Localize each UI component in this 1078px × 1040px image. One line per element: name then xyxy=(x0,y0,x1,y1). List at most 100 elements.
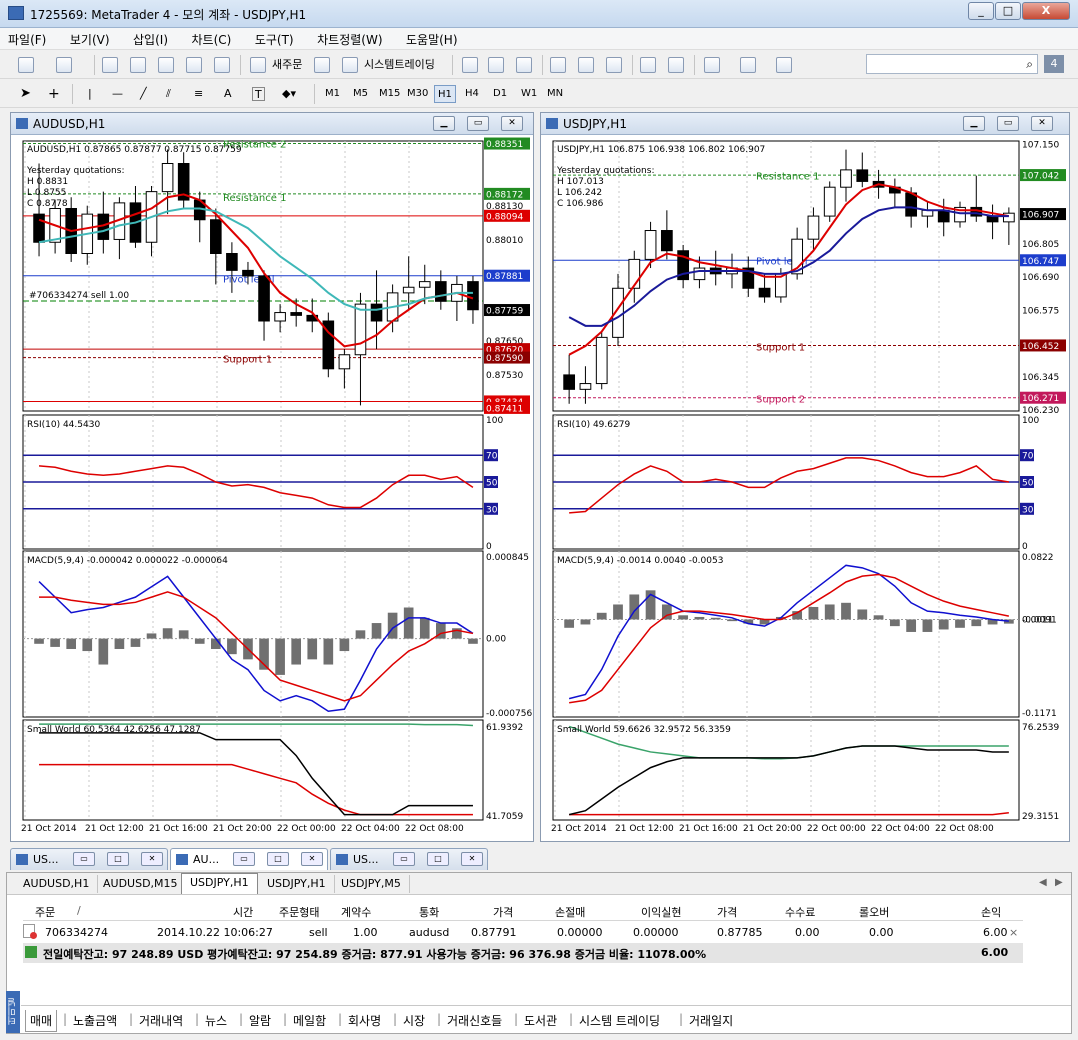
expert-advisors-button[interactable]: 시스템트레이딩 xyxy=(364,55,435,75)
chart-area[interactable]: 0.883510.881720.881300.880940.880100.878… xyxy=(11,135,533,841)
chart-close-button[interactable]: ✕ xyxy=(1031,116,1053,131)
zoom-in-icon[interactable] xyxy=(550,57,566,73)
trendline-icon[interactable]: ╱ xyxy=(140,84,147,104)
terminal-tab[interactable]: 노출금액 xyxy=(69,1010,121,1031)
terminal-tab[interactable]: 시스템 트레이딩 xyxy=(575,1010,664,1031)
notification-badge[interactable]: 4 xyxy=(1044,55,1064,73)
menu-view[interactable]: 보기(V) xyxy=(62,28,118,48)
chart-caption[interactable]: USDJPY,H1 ▁ ▭ ✕ xyxy=(541,113,1069,135)
templates-icon[interactable] xyxy=(776,57,792,73)
chart-tab[interactable]: USDJPY,H1 xyxy=(259,875,335,893)
col-price[interactable]: 가격 xyxy=(493,904,513,920)
chart-tab[interactable]: AUDUSD,M15 xyxy=(95,875,187,893)
window-tab-restore-button[interactable]: ▭ xyxy=(73,852,95,866)
col-time[interactable]: 시간 xyxy=(233,904,253,920)
maximize-button[interactable]: □ xyxy=(995,2,1021,20)
terminal-icon[interactable] xyxy=(186,57,202,73)
auto-scroll-icon[interactable] xyxy=(640,57,656,73)
window-tab-restore-button[interactable]: ▭ xyxy=(233,852,255,866)
bar-chart-icon[interactable] xyxy=(462,57,478,73)
col-symbol[interactable]: 통화 xyxy=(419,904,439,920)
chart-window-audusd[interactable]: AUDUSD,H1 ▁ ▭ ✕ 0.88351 0.88172 0.88130 0.8… xyxy=(10,112,534,842)
menu-window[interactable]: 차트정렬(W) xyxy=(309,28,390,48)
col-swap[interactable]: 롤오버 xyxy=(859,904,889,920)
window-tab-maximize-button[interactable]: □ xyxy=(267,852,289,866)
window-tab-audusd[interactable]: AU... ▭ □ ✕ xyxy=(170,848,328,870)
new-order-icon[interactable] xyxy=(250,57,266,73)
window-tab-close-button[interactable]: ✕ xyxy=(141,852,163,866)
window-tab-maximize-button[interactable]: □ xyxy=(427,852,449,866)
indicators-icon[interactable] xyxy=(704,57,720,73)
terminal-tab[interactable]: 도서관 xyxy=(520,1010,561,1031)
chart-close-button[interactable]: ✕ xyxy=(501,116,523,131)
chart-restore-button[interactable]: ▭ xyxy=(997,116,1019,131)
candlestick-icon[interactable] xyxy=(488,57,504,73)
chart-tab-active[interactable]: USDJPY,H1 xyxy=(181,873,258,894)
tf-h1[interactable]: H1 xyxy=(434,85,456,103)
terminal-tab[interactable]: 거래일지 xyxy=(685,1010,737,1031)
tf-m15[interactable]: M15 xyxy=(376,85,403,103)
scroll-right-icon[interactable]: ▶ xyxy=(1055,877,1063,888)
text-tool[interactable]: A xyxy=(224,84,232,104)
col-tp[interactable]: 이익실현 xyxy=(641,904,681,920)
cursor-icon[interactable]: ➤ xyxy=(20,84,31,104)
window-tab-restore-button[interactable]: ▭ xyxy=(393,852,415,866)
col-type[interactable]: 주문형태 xyxy=(279,904,319,920)
periods-clock-icon[interactable] xyxy=(740,57,756,73)
search-input[interactable]: ⌕ xyxy=(866,54,1038,74)
terminal-tab[interactable]: 시장 xyxy=(399,1010,429,1031)
menu-charts[interactable]: 차트(C) xyxy=(184,28,240,48)
expert-advisors-icon[interactable] xyxy=(342,57,358,73)
terminal-tab[interactable]: 거래신호들 xyxy=(443,1010,506,1031)
menu-insert[interactable]: 삽입(I) xyxy=(125,28,176,48)
col-order[interactable]: 주문 xyxy=(35,904,55,920)
col-size[interactable]: 계약수 xyxy=(341,904,371,920)
shapes-icon[interactable]: ◆▾ xyxy=(282,84,296,104)
chart-shift-icon[interactable] xyxy=(668,57,684,73)
equidistant-channel-icon[interactable]: ⫽ xyxy=(166,84,171,104)
terminal-tab[interactable]: 알람 xyxy=(245,1010,275,1031)
terminal-tab[interactable]: 회사명 xyxy=(344,1010,385,1031)
window-tab-close-button[interactable]: ✕ xyxy=(461,852,483,866)
navigator-icon[interactable] xyxy=(158,57,174,73)
search-icon[interactable]: ⌕ xyxy=(1026,57,1033,72)
new-chart-icon[interactable] xyxy=(18,57,34,73)
menu-file[interactable]: 파일(F) xyxy=(0,28,54,48)
fibonacci-icon[interactable]: ≡ xyxy=(194,84,203,104)
col-price-current[interactable]: 가격 xyxy=(717,904,737,920)
terminal-tab[interactable]: 매매 xyxy=(25,1010,58,1032)
terminal-tab[interactable]: 뉴스 xyxy=(201,1010,231,1031)
col-profit[interactable]: 손익 xyxy=(981,904,1001,920)
window-tab-close-button[interactable]: ✕ xyxy=(301,852,323,866)
strategy-tester-icon[interactable] xyxy=(214,57,230,73)
terminal-tab[interactable]: 메일함 xyxy=(289,1010,330,1031)
market-watch-icon[interactable] xyxy=(102,57,118,73)
window-tab-usdjpy[interactable]: US... ▭ □ ✕ xyxy=(10,848,168,870)
chart-window-usdjpy[interactable]: USDJPY,H1 ▁ ▭ ✕ 107.150 107.042 106.907 106… xyxy=(540,112,1070,842)
scroll-left-icon[interactable]: ◀ xyxy=(1039,877,1047,888)
tf-w1[interactable]: W1 xyxy=(518,85,540,103)
chart-area[interactable]: 107.150 107.042 106.907 106.805 106.747 106.6… xyxy=(541,135,1069,841)
chart-tab[interactable]: USDJPY,M5 xyxy=(333,875,410,893)
menu-help[interactable]: 도움말(H) xyxy=(398,28,466,48)
chart-caption[interactable]: AUDUSD,H1 ▁ ▭ ✕ xyxy=(11,113,533,135)
close-button[interactable]: X xyxy=(1022,2,1070,20)
minimize-button[interactable]: _ xyxy=(968,2,994,20)
terminal-side-label[interactable]: 터미널 xyxy=(6,991,20,1033)
profiles-icon[interactable] xyxy=(56,57,72,73)
crosshair-icon[interactable]: + xyxy=(48,84,60,104)
col-commission[interactable]: 수수료 xyxy=(785,904,815,920)
chart-minimize-button[interactable]: ▁ xyxy=(963,116,985,131)
zoom-out-icon[interactable] xyxy=(578,57,594,73)
tf-m30[interactable]: M30 xyxy=(404,85,431,103)
metaeditor-icon[interactable] xyxy=(314,57,330,73)
line-chart-icon[interactable] xyxy=(516,57,532,73)
window-tab-usdjpy-2[interactable]: US... ▭ □ ✕ xyxy=(330,848,488,870)
chart-restore-button[interactable]: ▭ xyxy=(467,116,489,131)
tf-m5[interactable]: M5 xyxy=(350,85,371,103)
close-order-icon[interactable]: × xyxy=(1009,926,1018,939)
window-tab-maximize-button[interactable]: □ xyxy=(107,852,129,866)
text-label-tool[interactable]: T xyxy=(252,87,265,101)
tf-h4[interactable]: H4 xyxy=(462,85,482,103)
new-order-button[interactable]: 새주문 xyxy=(272,55,302,75)
